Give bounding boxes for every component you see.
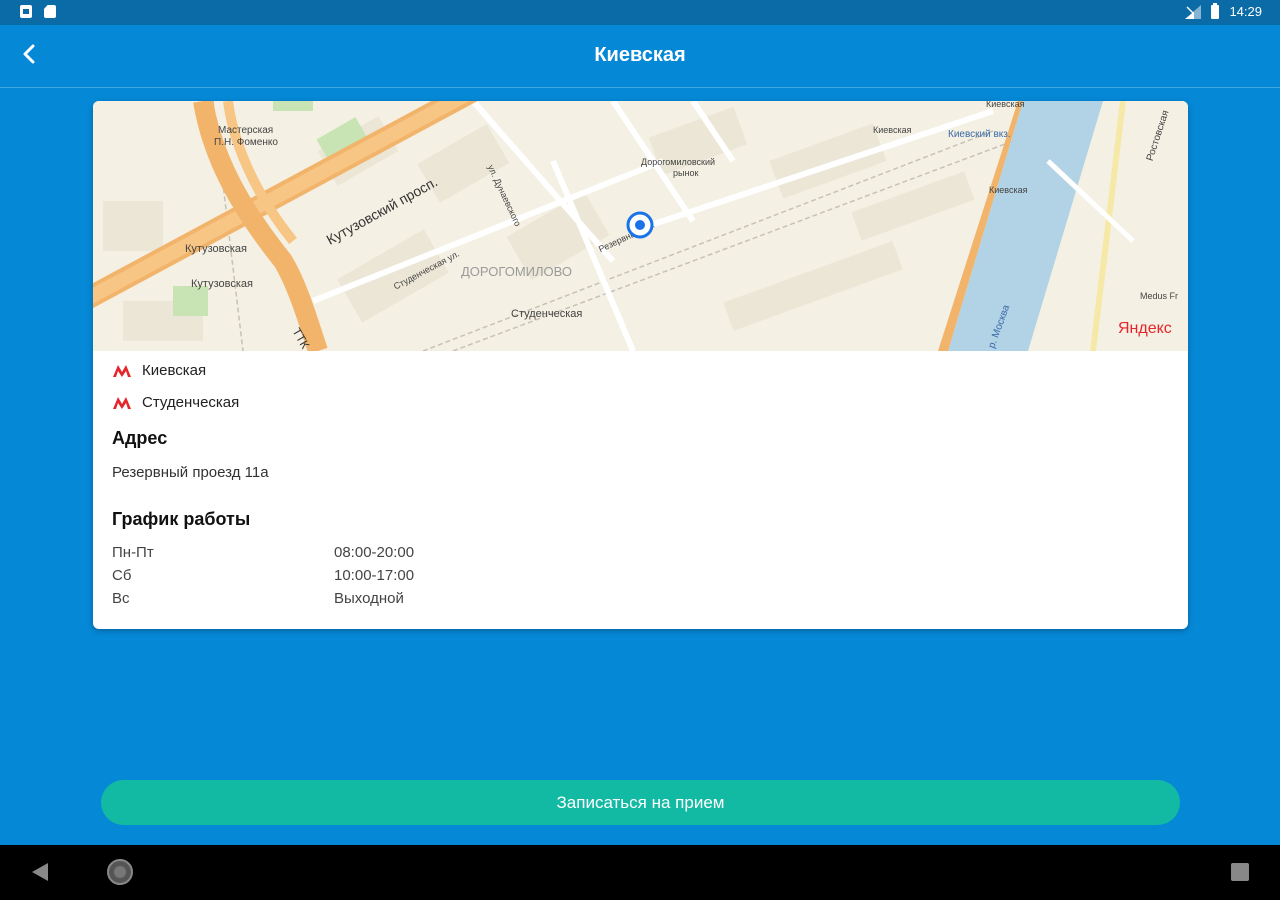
metro-station-name: Студенческая: [142, 394, 240, 411]
metro-station-studencheskaya: Студенческая: [112, 394, 239, 411]
map-label-fomenko: П.Н. Фоменко: [214, 137, 278, 148]
map-label-kutuzovskaya-1: Кутузовская: [185, 243, 247, 255]
status-bar: 14:29: [0, 0, 1280, 25]
map-canvas: Кутузовский просп. ДОРОГОМИЛОВО Кутузовс…: [93, 101, 1188, 351]
map-label-kutuzovskaya-2: Кутузовская: [191, 278, 253, 290]
schedule-hours: Выходной: [334, 590, 404, 607]
status-time: 14:29: [1229, 4, 1262, 19]
location-card: Кутузовский просп. ДОРОГОМИЛОВО Кутузовс…: [93, 101, 1188, 629]
map-label-kievskaya-right: Киевская: [989, 185, 1028, 195]
status-bar-notifications: [20, 5, 56, 18]
schedule-day: Вс: [112, 590, 130, 607]
map-label-dorogomilovsky: Дорогомиловский: [641, 157, 715, 167]
map-view[interactable]: Кутузовский просп. ДОРОГОМИЛОВО Кутузовс…: [93, 101, 1188, 351]
notification-icon: [20, 5, 32, 18]
map-label-medus: Medus Fr: [1140, 291, 1178, 301]
status-bar-system: 14:29: [1185, 2, 1262, 19]
schedule-heading: График работы: [112, 509, 251, 529]
map-label-studencheskaya: Студенческая: [511, 308, 582, 320]
schedule-hours: 10:00-17:00: [334, 567, 415, 584]
schedule-hours: 08:00-20:00: [334, 544, 415, 561]
app-bar: Киевская: [0, 25, 1280, 88]
yandex-logo: Яндекс: [1118, 320, 1172, 337]
map-label-kievskaya-mid: Киевская: [873, 125, 912, 135]
battery-icon: [1211, 2, 1220, 19]
page-title: Киевская: [594, 44, 686, 66]
nav-home-icon[interactable]: [107, 859, 133, 885]
metro-station-kievskaya: Киевская: [112, 362, 206, 379]
nav-recents-icon[interactable]: [1231, 863, 1249, 881]
book-appointment-button[interactable]: Записаться на прием: [101, 780, 1180, 825]
system-nav-bar: [0, 845, 1280, 900]
sd-card-icon: [44, 5, 56, 18]
schedule-day: Пн-Пт: [112, 544, 154, 561]
address-heading: Адрес: [112, 428, 168, 448]
address-value: Резервный проезд 11а: [112, 464, 269, 481]
map-label-kievsky-vokzal: Киевский вкз.: [948, 129, 1011, 140]
map-label-district: ДОРОГОМИЛОВО: [461, 264, 572, 279]
location-pin-icon: [626, 211, 654, 239]
nav-back-icon[interactable]: [30, 862, 50, 882]
schedule-day: Сб: [112, 567, 132, 584]
map-label-kievskaya-top: Киевская: [986, 101, 1025, 109]
map-label-rynok: рынок: [673, 168, 698, 178]
signal-icon: [1185, 4, 1202, 19]
metro-logo-icon: [113, 364, 131, 377]
metro-logo-icon: [113, 396, 131, 409]
map-label-masterskaya: Мастерская: [218, 125, 273, 136]
metro-station-name: Киевская: [142, 362, 207, 379]
